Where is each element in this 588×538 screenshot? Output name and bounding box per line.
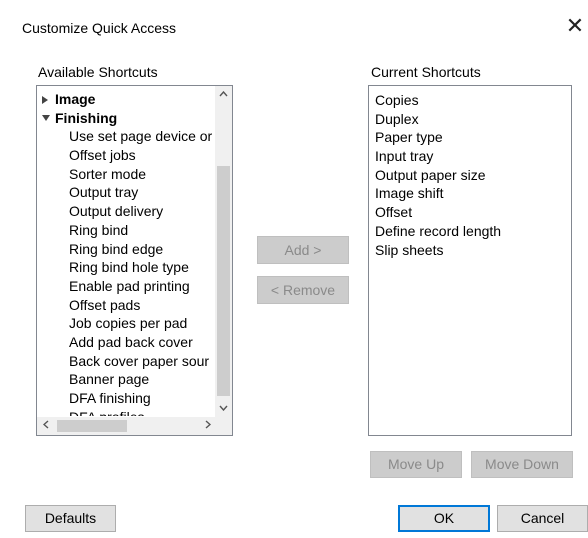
vertical-scrollbar[interactable] — [215, 86, 232, 417]
move-down-button[interactable]: Move Down — [471, 451, 573, 478]
tree-item[interactable]: Ring bind — [37, 221, 216, 240]
chevron-left-icon[interactable] — [37, 417, 54, 435]
tree-item[interactable]: Ring bind hole type — [37, 258, 216, 277]
tree-item[interactable]: Job copies per pad — [37, 314, 216, 333]
list-item[interactable]: Define record length — [375, 222, 501, 241]
tree-item[interactable]: DFA finishing — [37, 389, 216, 408]
tree-item[interactable]: Ring bind edge — [37, 240, 216, 259]
triangle-down-icon[interactable] — [41, 109, 55, 128]
tree-item[interactable]: Banner page — [37, 370, 216, 389]
remove-button[interactable]: < Remove — [257, 276, 349, 304]
tree-item[interactable]: Output tray — [37, 183, 216, 202]
horizontal-scroll-thumb[interactable] — [57, 420, 127, 432]
move-up-button[interactable]: Move Up — [370, 451, 462, 478]
tree-item[interactable]: Sorter mode — [37, 165, 216, 184]
chevron-down-icon[interactable] — [215, 400, 232, 417]
vertical-scroll-thumb[interactable] — [217, 166, 230, 396]
tree-item[interactable]: Offset pads — [37, 296, 216, 315]
dialog-title: Customize Quick Access — [22, 20, 177, 36]
list-item[interactable]: Output paper size — [375, 166, 501, 185]
triangle-right-icon[interactable] — [41, 90, 55, 109]
tree-item[interactable]: Use set page device or — [37, 127, 216, 146]
cancel-button[interactable]: Cancel — [497, 505, 588, 532]
available-shortcuts-list[interactable]: Image Finishing Use set page device or O… — [36, 85, 233, 436]
list-item[interactable]: Duplex — [375, 110, 501, 129]
available-shortcuts-label: Available Shortcuts — [38, 64, 158, 80]
list-item[interactable]: Offset — [375, 203, 501, 222]
chevron-right-icon[interactable] — [199, 417, 216, 435]
tree-item[interactable]: Enable pad printing — [37, 277, 216, 296]
horizontal-scrollbar[interactable] — [37, 417, 216, 435]
list-item[interactable]: Paper type — [375, 128, 501, 147]
tree-group-image[interactable]: Image — [37, 90, 216, 109]
tree-item[interactable]: Output delivery — [37, 202, 216, 221]
close-icon[interactable]: ✕ — [564, 13, 586, 39]
list-item[interactable]: Image shift — [375, 184, 501, 203]
defaults-button[interactable]: Defaults — [25, 505, 116, 532]
current-shortcuts-list[interactable]: Copies Duplex Paper type Input tray Outp… — [368, 85, 572, 436]
tree-item[interactable]: Back cover paper sour — [37, 352, 216, 371]
current-shortcuts-label: Current Shortcuts — [371, 64, 481, 80]
chevron-up-icon[interactable] — [215, 86, 232, 103]
tree-item[interactable]: Add pad back cover — [37, 333, 216, 352]
available-tree: Image Finishing Use set page device or O… — [37, 90, 216, 416]
tree-item[interactable]: Offset jobs — [37, 146, 216, 165]
ok-button[interactable]: OK — [398, 505, 490, 532]
list-item[interactable]: Slip sheets — [375, 241, 501, 260]
tree-item[interactable]: DFA profiles — [37, 408, 216, 416]
add-button[interactable]: Add > — [257, 236, 349, 264]
tree-group-finishing[interactable]: Finishing — [37, 109, 216, 128]
list-item[interactable]: Copies — [375, 91, 501, 110]
scrollbar-corner — [215, 417, 232, 435]
list-item[interactable]: Input tray — [375, 147, 501, 166]
